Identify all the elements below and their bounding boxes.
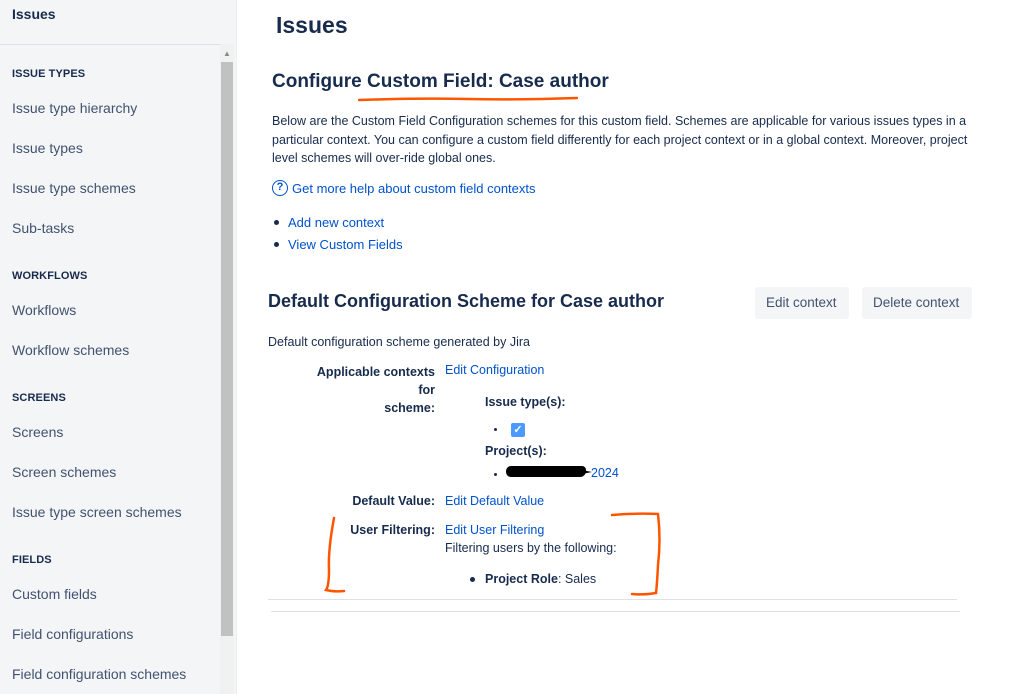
sidebar: Issues ISSUE TYPES Issue type hierarchy … <box>0 0 237 694</box>
annotation-underline <box>358 96 578 102</box>
view-custom-fields-link[interactable]: View Custom Fields <box>274 233 403 255</box>
add-new-context-label: Add new context <box>288 214 385 230</box>
section-divider <box>271 611 960 612</box>
default-value-label: Default Value: <box>352 494 435 508</box>
config-title-field: Custom Field: Case author <box>367 71 609 92</box>
bullet <box>274 219 279 225</box>
applicable-contexts-label-line2: scheme: <box>384 401 435 415</box>
edit-context-button[interactable]: Edit context <box>755 287 849 319</box>
sidebar-item-custom-fields[interactable]: Custom fields <box>12 586 97 602</box>
delete-context-button[interactable]: Delete context <box>862 287 972 319</box>
help-link-label: Get more help about custom field context… <box>292 180 536 196</box>
view-custom-fields-label: View Custom Fields <box>288 236 403 252</box>
sidebar-item-field-configurations[interactable]: Field configurations <box>12 626 133 642</box>
field-description: Below are the Custom Field Configuration… <box>272 114 968 165</box>
sidebar-divider <box>0 44 220 45</box>
sidebar-item-workflow-schemes[interactable]: Workflow schemes <box>12 342 129 358</box>
sidebar-item-issue-type-schemes[interactable]: Issue type schemes <box>12 180 136 196</box>
sidebar-scrollbar-thumb[interactable] <box>221 62 233 636</box>
add-new-context-link[interactable]: Add new context <box>274 211 403 233</box>
sidebar-item-field-configuration-schemes[interactable]: Field configuration schemes <box>12 666 186 682</box>
project-link[interactable]: 2024 <box>591 466 619 480</box>
sidebar-heading-fields: FIELDS <box>12 554 52 566</box>
section-divider <box>268 599 957 600</box>
action-links: Add new context View Custom Fields <box>274 211 403 255</box>
scheme-description: Default configuration scheme generated b… <box>268 335 530 349</box>
sidebar-heading-issue-types: ISSUE TYPES <box>12 68 86 80</box>
sidebar-item-screens[interactable]: Screens <box>12 424 63 440</box>
sidebar-item-issue-types[interactable]: Issue types <box>12 140 83 156</box>
edit-default-value-link[interactable]: Edit Default Value <box>445 494 544 508</box>
edit-configuration-link[interactable]: Edit Configuration <box>445 363 544 377</box>
config-title-prefix: Configure <box>272 71 367 92</box>
annotation-brackets <box>323 512 661 596</box>
sidebar-item-issue-type-screen-schemes[interactable]: Issue type screen schemes <box>12 504 182 520</box>
projects-label: Project(s): <box>485 444 547 458</box>
sidebar-item-sub-tasks[interactable]: Sub-tasks <box>12 220 74 236</box>
config-title: Configure Custom Field: Case author <box>272 71 609 93</box>
scroll-up-icon[interactable]: ▲ <box>220 48 234 60</box>
help-link[interactable]: ? Get more help about custom field conte… <box>272 180 536 196</box>
redacted-project-name <box>506 466 586 477</box>
sidebar-item-screen-schemes[interactable]: Screen schemes <box>12 464 116 480</box>
help-icon: ? <box>272 180 288 196</box>
bullet <box>494 473 497 476</box>
bullet <box>274 241 279 247</box>
sidebar-item-workflows[interactable]: Workflows <box>12 302 76 318</box>
bullet <box>494 428 497 431</box>
sidebar-item-issues[interactable]: Issues <box>12 6 56 22</box>
page-title: Issues <box>276 12 348 38</box>
issue-types-label: Issue type(s): <box>485 395 566 409</box>
sidebar-heading-workflows: WORKFLOWS <box>12 270 88 282</box>
scheme-title: Default Configuration Scheme for Case au… <box>268 291 665 311</box>
applicable-contexts-label: Applicable contexts for scheme: <box>298 363 435 417</box>
issue-type-checkbox[interactable]: ✓ <box>511 423 525 437</box>
applicable-contexts-label-line1: Applicable contexts for <box>316 365 435 397</box>
sidebar-item-issue-type-hierarchy[interactable]: Issue type hierarchy <box>12 100 137 116</box>
sidebar-heading-screens: SCREENS <box>12 392 66 404</box>
